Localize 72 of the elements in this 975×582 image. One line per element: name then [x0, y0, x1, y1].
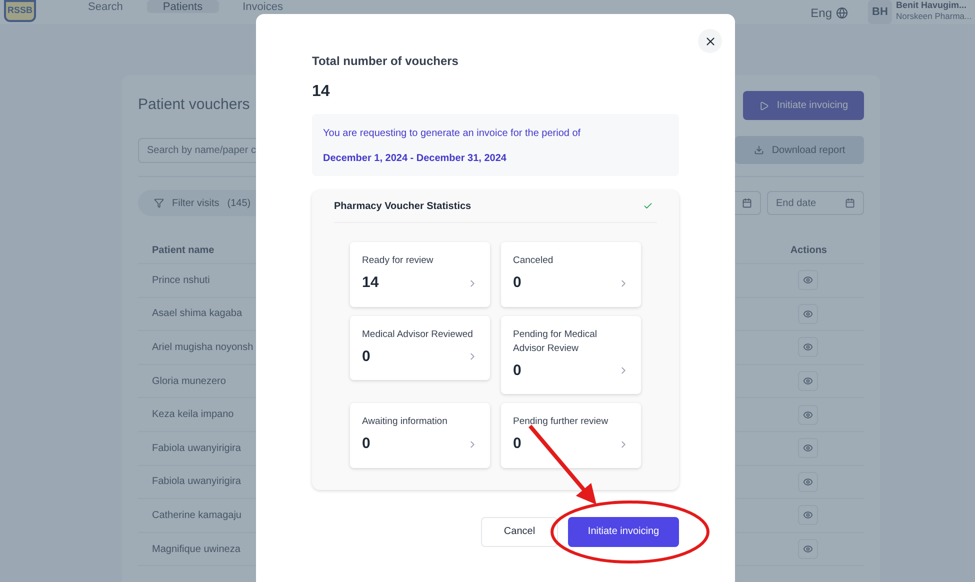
- close-button[interactable]: [698, 29, 722, 53]
- statistic-value: 0: [513, 434, 522, 454]
- end-date-field[interactable]: End date: [767, 191, 864, 215]
- filter-icon: [154, 198, 164, 208]
- statistic-card[interactable]: Canceled 0: [501, 242, 641, 306]
- statistic-value: 0: [362, 434, 370, 454]
- language-label[interactable]: Eng: [810, 4, 832, 22]
- initiate-invoicing-button[interactable]: Initiate invoicing: [743, 91, 864, 120]
- table-cell-text: Gloria munezero: [152, 374, 226, 389]
- column-header: Actions: [790, 244, 827, 258]
- user-name: Benit Havugim...: [896, 0, 967, 11]
- view-button[interactable]: [798, 337, 818, 358]
- statistic-card[interactable]: Pending for Medical Advisor Review 0: [501, 316, 641, 394]
- statistics-title: Pharmacy Voucher Statistics: [334, 200, 472, 214]
- view-button[interactable]: [798, 270, 818, 290]
- statistic-label: Awaiting information: [362, 415, 448, 429]
- eye-icon: [803, 308, 813, 319]
- table-cell-text: Catherine kamagaju: [152, 508, 242, 523]
- view-button[interactable]: [798, 304, 818, 324]
- table-cell-text: Prince nshuti: [152, 274, 210, 288]
- nav-tab[interactable]: Patients: [146, 0, 219, 13]
- statistic-card[interactable]: Medical Advisor Reviewed 0: [350, 316, 490, 380]
- eye-icon: [803, 510, 813, 520]
- statistic-card[interactable]: Ready for review 14: [350, 242, 490, 306]
- cancel-button[interactable]: Cancel: [481, 516, 558, 546]
- statistic-value: 0: [513, 360, 522, 380]
- calendar-icon: [845, 198, 855, 208]
- view-button[interactable]: [798, 404, 818, 425]
- eye-icon: [803, 342, 813, 352]
- page-title: Patient vouchers: [138, 95, 250, 116]
- view-button[interactable]: [798, 472, 818, 492]
- statistic-label: Pending further review: [513, 415, 610, 429]
- statistic-card[interactable]: Pending further review 0: [501, 403, 641, 468]
- table-cell-text: Asael shima kagaba: [152, 307, 242, 322]
- statistic-value: 0: [513, 273, 522, 293]
- table-cell-text: Ariel mugisha noyonsh: [152, 340, 254, 355]
- download-icon: [754, 145, 764, 155]
- eye-icon: [803, 275, 813, 286]
- table-cell-text: Fabiola uwanyirigira: [152, 442, 241, 456]
- eye-icon: [803, 544, 813, 554]
- statistic-label: Ready for review: [362, 254, 434, 268]
- user-avatar[interactable]: BH: [868, 0, 892, 24]
- logo: RSSB: [4, 0, 36, 22]
- eye-icon: [803, 410, 813, 420]
- play-icon: [758, 100, 769, 110]
- statistic-label: Medical Advisor Reviewed: [362, 328, 474, 342]
- statistic-card[interactable]: Awaiting information 0: [350, 403, 490, 468]
- calendar-icon: [742, 198, 752, 208]
- total-label: Total number of vouchers: [312, 53, 460, 70]
- table-cell-text: Magnifique uwineza: [152, 542, 240, 557]
- nav-tab[interactable]: Search: [72, 0, 139, 13]
- nav-tab[interactable]: Invoices: [226, 0, 299, 13]
- initiate-invoicing-button[interactable]: Initiate invoicing: [568, 516, 679, 546]
- total-count: 14: [312, 82, 331, 102]
- eye-icon: [803, 376, 813, 386]
- eye-icon: [803, 476, 813, 487]
- download-report-button[interactable]: Download report: [735, 136, 864, 164]
- column-header: Patient name: [152, 244, 214, 258]
- statistic-label: Canceled: [513, 254, 554, 268]
- statistic-label: Pending for Medical Advisor Review: [513, 328, 598, 356]
- close-icon: [704, 34, 716, 48]
- globe-icon[interactable]: [836, 7, 848, 19]
- statistic-value: 0: [362, 346, 370, 366]
- view-button[interactable]: [798, 438, 818, 458]
- table-cell-text: Fabiola uwanyirigira: [152, 475, 241, 490]
- user-organization: Norskeen Pharma...: [896, 11, 972, 22]
- view-button[interactable]: [798, 539, 818, 560]
- statistic-value: 14: [362, 273, 379, 293]
- eye-icon: [803, 443, 813, 454]
- view-button[interactable]: [798, 505, 818, 526]
- table-cell-text: Keza keila impano: [152, 408, 234, 422]
- view-button[interactable]: [798, 371, 818, 392]
